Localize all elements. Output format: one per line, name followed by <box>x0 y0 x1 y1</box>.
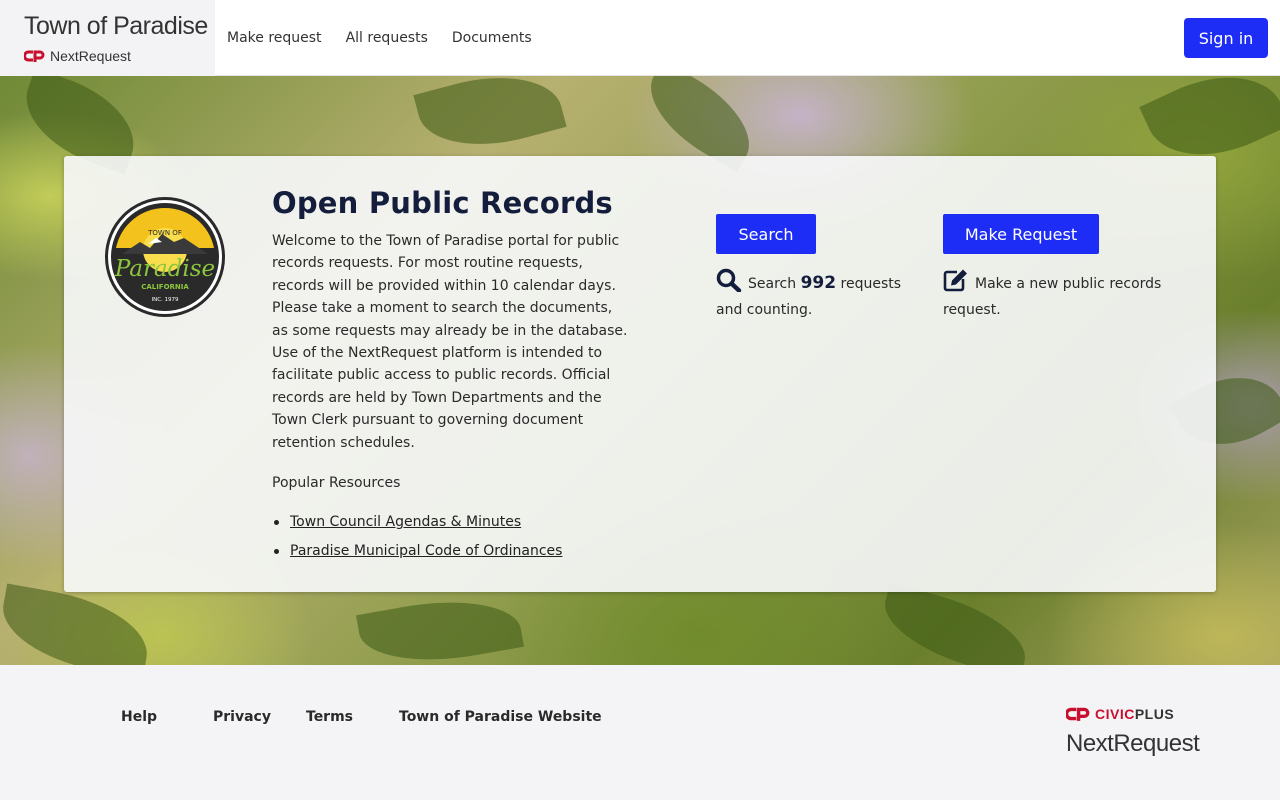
nav-all-requests[interactable]: All requests <box>346 30 428 46</box>
search-prefix: Search <box>748 276 797 292</box>
nav-make-request[interactable]: Make request <box>227 30 322 46</box>
edit-icon <box>943 268 969 299</box>
site-footer: Help Privacy Terms Town of Paradise Webs… <box>0 665 1280 800</box>
make-request-text: Make a new public records request. <box>943 268 1173 321</box>
cp-logo-icon <box>24 50 45 62</box>
product-brand: NextRequest <box>24 48 215 64</box>
footer-product-name: NextRequest <box>1066 730 1200 757</box>
request-count: 992 <box>800 273 837 293</box>
civic-text: CIVIC <box>1095 706 1135 722</box>
search-count-text: Search 992 requests and counting. <box>716 268 916 321</box>
leaf-decoration <box>0 583 155 665</box>
footer-terms-link[interactable]: Terms <box>306 709 353 725</box>
town-seal: TOWN OF Paradise CALIFORNIA INC. 1979 <box>104 196 226 318</box>
leaf-decoration <box>356 587 524 665</box>
town-name: Town of Paradise <box>24 11 208 40</box>
sign-in-button[interactable]: Sign in <box>1184 18 1268 58</box>
footer-town-website-link[interactable]: Town of Paradise Website <box>399 709 602 725</box>
product-name: NextRequest <box>50 47 131 64</box>
brand-block[interactable]: Town of Paradise NextRequest <box>0 0 215 76</box>
hero-background: TOWN OF Paradise CALIFORNIA INC. 1979 Op… <box>0 76 1280 665</box>
search-icon <box>716 268 742 299</box>
make-request-description: Make a new public records request. <box>943 276 1162 318</box>
intro-text: Welcome to the Town of Paradise portal f… <box>272 233 628 451</box>
leaf-decoration <box>874 582 1036 665</box>
leaf-decoration <box>413 76 567 163</box>
seal-top-text: TOWN OF <box>147 229 182 237</box>
nav-documents[interactable]: Documents <box>452 30 532 46</box>
footer-privacy-link[interactable]: Privacy <box>213 709 271 725</box>
list-item: Town Council Agendas & Minutes <box>272 512 562 532</box>
plus-text: PLUS <box>1134 706 1175 722</box>
popular-resources-label: Popular Resources <box>272 475 401 491</box>
page-title: Open Public Records <box>272 186 613 220</box>
resources-list: Town Council Agendas & Minutes Paradise … <box>272 512 562 570</box>
cp-logo-icon <box>1066 707 1090 721</box>
civicplus-logo: CIVIC PLUS <box>1066 706 1174 722</box>
seal-name-text: Paradise <box>114 256 215 282</box>
footer-help-link[interactable]: Help <box>121 709 157 725</box>
records-card: TOWN OF Paradise CALIFORNIA INC. 1979 Op… <box>64 156 1216 592</box>
main-nav: Make request All requests Documents <box>227 30 556 46</box>
top-header: Town of Paradise NextRequest Make reques… <box>0 0 1280 76</box>
seal-state-text: CALIFORNIA <box>141 283 189 291</box>
link-council-agendas[interactable]: Town Council Agendas & Minutes <box>290 514 521 530</box>
make-request-button[interactable]: Make Request <box>943 214 1099 254</box>
search-button[interactable]: Search <box>716 214 816 254</box>
list-item: Paradise Municipal Code of Ordinances <box>272 541 562 561</box>
link-municipal-code[interactable]: Paradise Municipal Code of Ordinances <box>290 543 562 559</box>
seal-inc-text: INC. 1979 <box>151 297 179 303</box>
